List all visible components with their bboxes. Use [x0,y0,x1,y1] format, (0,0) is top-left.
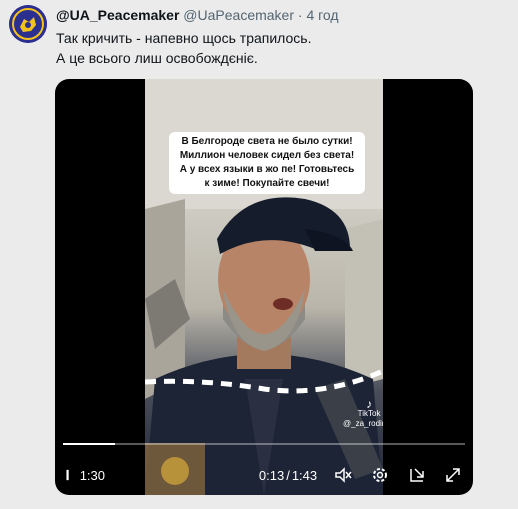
peacemaker-logo [9,5,47,43]
duration: 1:43 [291,467,318,483]
separator-dot: · [297,7,303,23]
picture-in-picture-icon [410,468,424,482]
avatar[interactable] [9,5,47,43]
video-caption: В Белгороде света не было сутки! Миллион… [169,132,365,194]
play-button[interactable]: 1:30 [65,459,105,491]
video-frame[interactable]: В Белгороде света не было сутки! Миллион… [145,79,383,495]
caption-line: А у всех языки в жо пе! Готовьтесь [179,164,355,175]
current-time: 0:13 [258,467,285,483]
user-handle[interactable]: @UaPeacemaker [183,7,294,23]
progress-bar[interactable] [63,443,465,445]
progress-fill [63,443,116,445]
tiktok-icon: ♪ [366,397,373,411]
volume-muted-icon [335,467,352,483]
play-icon [66,469,69,481]
tiktok-watermark: ♪ TikTok @_za_rodinu_ [343,397,383,429]
fullscreen-button[interactable] [439,459,467,491]
tweet-text-line: Так кричить - напевно щось трапилось. [56,30,312,46]
caption-line: Миллион человек сидел без света! [179,150,355,161]
volume-button[interactable] [329,459,357,491]
display-name[interactable]: @UA_Peacemaker [56,7,179,23]
time-display: 0:13 / 1:43 [251,459,325,491]
time-separator: / [286,467,290,483]
tiktok-brand: TikTok [357,409,381,418]
tweet-time[interactable]: 4 год [306,7,338,23]
video-controls: 1:30 0:13 / 1:43 [55,459,473,491]
fullscreen-icon [446,468,460,482]
gear-icon [373,468,387,482]
left-time: 1:30 [79,467,105,483]
pip-button[interactable] [403,459,431,491]
caption-line: к зиме! Покупайте свечи! [204,178,330,189]
tiktok-user: @_za_rodinu_ [343,419,383,428]
tweet: @UA_Peacemaker @UaPeacemaker · 4 год Так… [0,0,518,509]
tweet-text: Так кричить - напевно щось трапилось. А … [56,28,311,68]
video-player[interactable]: В Белгороде света не было сутки! Миллион… [55,79,473,495]
tweet-text-line: А це всього лиш освобождєніє. [56,50,258,66]
caption-line: В Белгороде света не было сутки! [181,136,353,147]
tweet-header: @UA_Peacemaker @UaPeacemaker · 4 год [56,7,339,24]
settings-button[interactable] [366,459,394,491]
